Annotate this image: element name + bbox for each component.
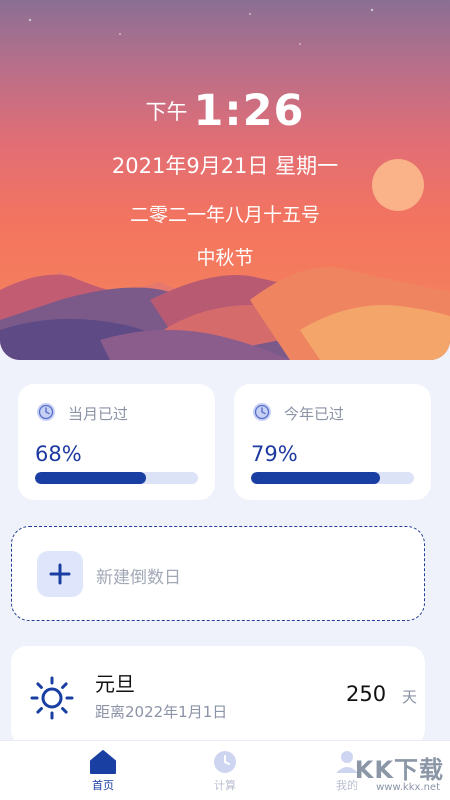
event-days-count: 250 [346, 682, 387, 706]
home-icon [90, 750, 116, 774]
tab-calculate-label: 计算 [214, 779, 236, 792]
watermark: KK下载 www.kkx.net [326, 742, 444, 798]
watermark-logo: KK下载 [354, 756, 444, 784]
tab-home[interactable]: 首页 [63, 749, 143, 793]
festival-label: 中秋节 [196, 247, 254, 269]
year-progress-card: 今年已过 79% [234, 384, 431, 500]
month-progress-fill [35, 472, 146, 484]
tab-calculate[interactable]: 计算 [185, 749, 265, 793]
tab-home-label: 首页 [92, 779, 114, 792]
sun-icon [30, 676, 74, 720]
add-countdown-button[interactable] [37, 551, 83, 597]
month-progress-label: 当月已过 [68, 405, 129, 423]
time-display: 下午 1:26 [0, 86, 450, 136]
clock-icon [253, 403, 271, 421]
event-title: 元旦 [95, 672, 135, 696]
event-subtitle: 距离2022年1月1日 [95, 703, 228, 721]
year-progress-fill [251, 472, 380, 484]
month-progress-card: 当月已过 68% [18, 384, 215, 500]
month-progress-bar [35, 472, 198, 484]
month-progress-value: 68% [35, 442, 82, 466]
clock-icon [214, 751, 236, 773]
date-label: 2021年9月21日 星期一 [111, 154, 339, 178]
countdown-event-card[interactable]: 元旦 距离2022年1月1日 250 天 [11, 646, 425, 746]
header-banner: 下午 1:26 2021年9月21日 星期一 二零二一年八月十五号 中秋节 [0, 0, 450, 360]
new-countdown-label: 新建倒数日 [96, 568, 181, 588]
event-days-unit: 天 [402, 688, 418, 706]
clock-time: 1:26 [193, 86, 305, 136]
plus-icon [49, 563, 71, 585]
ampm-label: 下午 [145, 100, 188, 124]
clock-icon [37, 403, 55, 421]
watermark-url: www.kkx.net [376, 782, 440, 793]
lunar-date-label: 二零二一年八月十五号 [129, 204, 320, 226]
year-progress-label: 今年已过 [284, 405, 345, 423]
year-progress-value: 79% [251, 442, 298, 466]
year-progress-bar [251, 472, 414, 484]
new-countdown-button[interactable]: 新建倒数日 [11, 526, 425, 621]
desert-illustration [0, 8, 450, 360]
